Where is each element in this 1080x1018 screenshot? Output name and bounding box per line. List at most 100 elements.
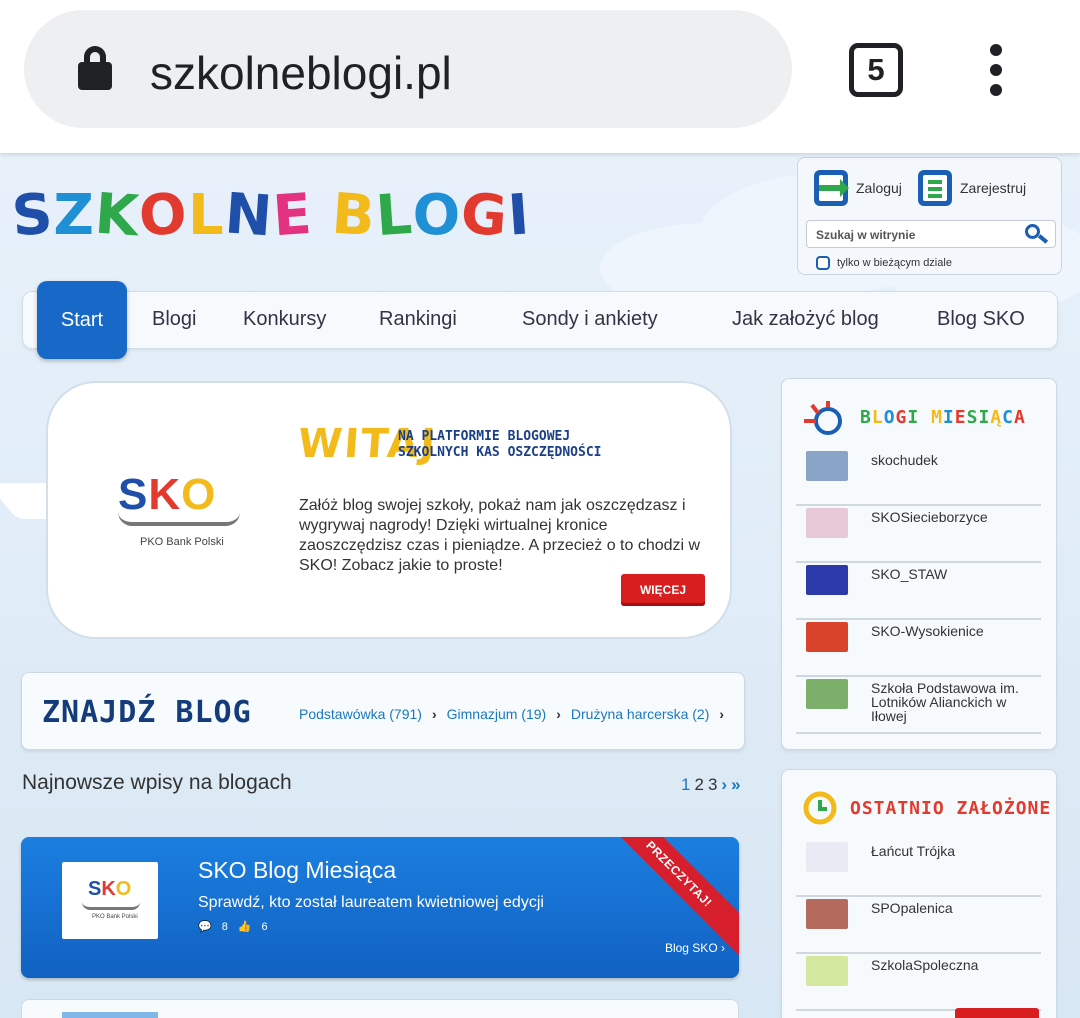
logo-letter: N: [222, 181, 275, 250]
recent-blog-name[interactable]: SPOpalenica: [871, 901, 1041, 915]
pagination: 1 2 3 › »: [681, 775, 741, 795]
comment-icon: 💬: [198, 921, 212, 933]
url-text[interactable]: szkolneblogi.pl: [150, 46, 452, 100]
recent-blog-thumbnail[interactable]: [806, 842, 848, 872]
recent-blog-row[interactable]: Łańcut Trójka: [796, 840, 1041, 897]
more-button[interactable]: WIĘCEJ: [621, 574, 705, 606]
login-icon: [814, 170, 849, 206]
register-button[interactable]: Zarejestruj: [918, 170, 1026, 206]
post-description: Sprawdź, kto został laureatem kwietniowe…: [198, 894, 544, 911]
find-blog-title: ZNAJDŹ BLOG: [42, 695, 252, 730]
blog-of-month-thumbnail[interactable]: [806, 679, 848, 709]
search-placeholder: Szukaj w witrynie: [816, 228, 916, 242]
blog-of-month-row[interactable]: SKO_STAW: [796, 563, 1041, 620]
read-ribbon[interactable]: PRZECZYTAJ!: [597, 837, 739, 956]
post-thumb-sub: PKO Bank Polski: [92, 914, 138, 920]
post-card[interactable]: [21, 999, 739, 1018]
post-title[interactable]: SKO Blog Miesiąca: [198, 857, 396, 884]
lock-icon[interactable]: [78, 46, 112, 90]
address-bar[interactable]: szkolneblogi.pl: [24, 10, 792, 128]
sko-logo[interactable]: SKO PKO Bank Polski: [118, 470, 242, 548]
site-search-input[interactable]: Szukaj w witrynie: [806, 220, 1056, 248]
category-link-druzyna[interactable]: Drużyna harcerska (2): [571, 706, 710, 722]
nav-item-sondy[interactable]: Sondy i ankiety: [522, 308, 658, 331]
search-icon[interactable]: [1025, 224, 1049, 244]
logo-letter: L: [373, 181, 415, 250]
chevron-right-icon: ›: [431, 706, 437, 722]
section-only-label: tylko w bieżącym dziale: [837, 257, 952, 269]
blog-of-month-row[interactable]: SKOSiecieborzyce: [796, 506, 1041, 563]
nav-item-start[interactable]: Start: [37, 281, 127, 359]
page-3[interactable]: 3: [708, 775, 717, 795]
logo-letter: I: [506, 182, 533, 249]
next-page-icon[interactable]: ›: [721, 775, 727, 795]
pko-label: PKO Bank Polski: [140, 536, 224, 548]
logo-letter: L: [187, 183, 225, 248]
category-link-podstawowka[interactable]: Podstawówka (791): [299, 706, 422, 722]
blog-of-month-name[interactable]: SKOSiecieborzyce: [871, 510, 1041, 524]
nav-item-rankingi[interactable]: Rankingi: [379, 308, 457, 331]
page-2[interactable]: 2: [694, 775, 703, 795]
site-logo[interactable]: SZKOLNE BLOGI: [9, 181, 533, 250]
tab-switcher-button[interactable]: 5: [849, 43, 903, 97]
logo-letter: Z: [53, 183, 95, 248]
login-button[interactable]: Zaloguj: [814, 170, 902, 206]
page-1[interactable]: 1: [681, 775, 690, 795]
blog-of-month-thumbnail[interactable]: [806, 565, 848, 595]
category-link-gimnazjum[interactable]: Gimnazjum (19): [447, 706, 547, 722]
recent-blogs-title: OSTATNIO ZAŁOŻONE: [850, 797, 1052, 819]
register-icon: [918, 170, 952, 206]
nav-item-blogi[interactable]: Blogi: [152, 308, 196, 331]
blog-of-month-row[interactable]: Szkoła Podstawowa im. Lotników Alianckic…: [796, 677, 1041, 734]
logo-letter: [312, 183, 333, 248]
logo-letter: O: [412, 183, 462, 248]
recent-blog-thumbnail[interactable]: [806, 899, 848, 929]
blog-month-icon: [804, 401, 842, 435]
post-blog-link[interactable]: Blog SKO ›: [665, 941, 725, 955]
recent-blog-name[interactable]: SzkolaSpoleczna: [871, 958, 1041, 972]
blog-of-month-name[interactable]: skochudek: [871, 453, 1041, 467]
like-icon: 👍: [237, 921, 252, 933]
section-only-checkbox[interactable]: [816, 256, 830, 270]
logo-letter: K: [92, 181, 142, 250]
recent-blog-thumbnail[interactable]: [806, 956, 848, 986]
register-label: Zarejestruj: [960, 180, 1027, 196]
chevron-right-icon: ›: [556, 706, 561, 722]
blogs-of-month-panel: BLOGI MIESIĄCA skochudek SKOSiecieborzyce…: [781, 378, 1057, 750]
chevron-right-icon: ›: [719, 706, 725, 722]
blogs-of-month-title: BLOGI MIESIĄCA: [860, 406, 1026, 428]
comment-count: 8: [221, 920, 228, 933]
blog-of-month-name[interactable]: SKO-Wysokienice: [871, 624, 1041, 638]
blog-of-month-row[interactable]: SKO-Wysokienice: [796, 620, 1041, 677]
blog-of-month-name[interactable]: SKO_STAW: [871, 567, 1041, 581]
blog-of-month-thumbnail[interactable]: [806, 451, 848, 481]
post-card[interactable]: SKO PKO Bank Polski SKO Blog Miesiąca Sp…: [21, 837, 739, 978]
welcome-subtitle: NA PLATFORMIE BLOGOWEJ SZKOLNYCH KAS OSZ…: [398, 429, 602, 460]
recent-blog-row[interactable]: SzkolaSpoleczna: [796, 954, 1041, 1011]
browser-toolbar: szkolneblogi.pl 5: [0, 0, 1080, 153]
logo-letter: S: [9, 181, 56, 250]
clock-icon: [803, 791, 837, 825]
latest-posts-heading: Najnowsze wpisy na blogach: [22, 771, 292, 794]
nav-item-jak-zalozyc[interactable]: Jak założyć blog: [732, 308, 879, 331]
login-panel: Zaloguj Zarejestruj Szukaj w witrynie ty…: [797, 157, 1062, 275]
panel-button-partial[interactable]: [955, 1008, 1039, 1018]
blog-of-month-row[interactable]: skochudek: [796, 449, 1041, 506]
section-only-option[interactable]: tylko w bieżącym dziale: [816, 256, 952, 270]
blog-of-month-thumbnail[interactable]: [806, 622, 848, 652]
find-blog-box: ZNAJDŹ BLOG Podstawówka (791) › Gimnazjum…: [21, 672, 745, 750]
post-thumbnail[interactable]: SKO PKO Bank Polski: [62, 862, 158, 939]
last-page-icon[interactable]: »: [731, 775, 740, 795]
nav-item-blog-sko[interactable]: Blog SKO: [937, 308, 1025, 331]
post-thumb-logo: SKO: [88, 878, 132, 900]
logo-letter: B: [330, 181, 379, 250]
more-menu-icon[interactable]: [985, 44, 1007, 96]
like-count: 6: [261, 920, 268, 933]
recent-blog-name[interactable]: Łańcut Trójka: [871, 844, 1041, 858]
nav-item-konkursy[interactable]: Konkursy: [243, 308, 326, 331]
page: SZKOLNE BLOGI Zaloguj Zarejestruj Szukaj…: [0, 153, 1080, 1018]
blog-of-month-thumbnail[interactable]: [806, 508, 848, 538]
recent-blog-row[interactable]: SPOpalenica: [796, 897, 1041, 954]
blog-of-month-name[interactable]: Szkoła Podstawowa im. Lotników Alianckic…: [871, 681, 1041, 723]
welcome-text: Załóż blog swojej szkoły, pokaż nam jak …: [299, 497, 701, 574]
